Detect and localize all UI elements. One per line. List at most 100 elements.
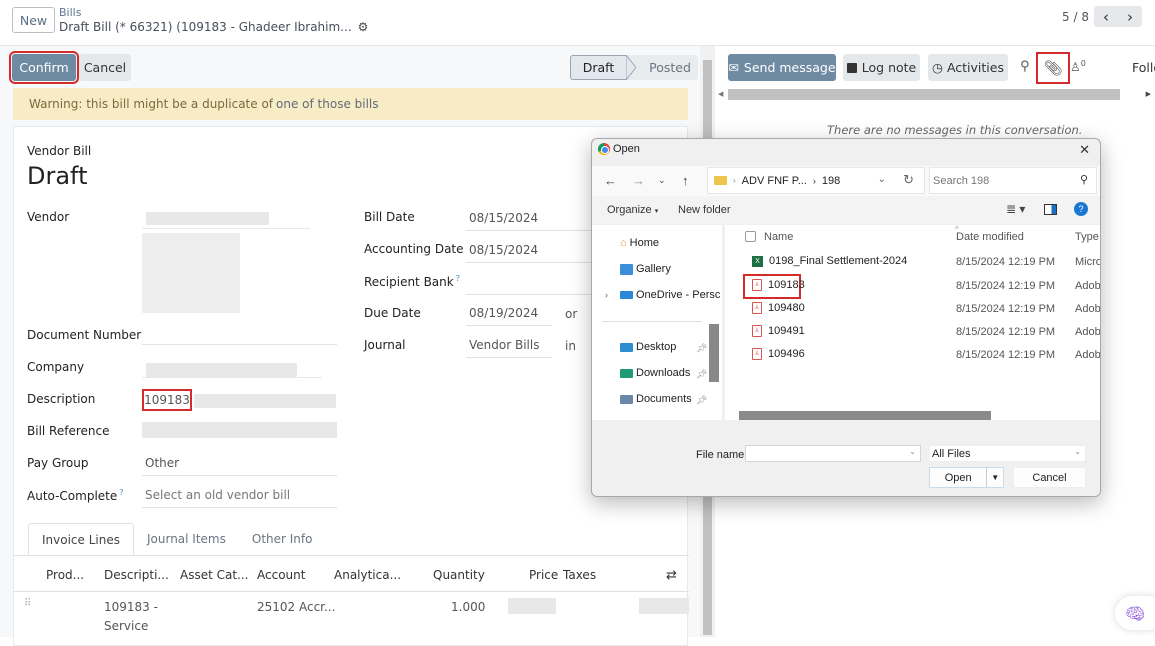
auto-complete-field[interactable]: Select an old vendor bill xyxy=(142,488,337,508)
col-account[interactable]: Account xyxy=(257,568,305,582)
log-note-label: Log note xyxy=(861,60,917,75)
preview-pane-icon[interactable] xyxy=(1044,204,1057,215)
recipient-bank-field[interactable] xyxy=(466,275,596,295)
gear-icon[interactable]: ⚙ xyxy=(358,20,369,34)
col-price[interactable]: Price xyxy=(529,568,558,582)
help-icon[interactable]: ? xyxy=(456,274,460,283)
tab-other-info[interactable]: Other Info xyxy=(239,523,326,555)
file-name-input[interactable]: ⌄ xyxy=(745,445,921,462)
file-list-hscrollbar[interactable] xyxy=(739,411,991,420)
recent-locations-icon[interactable]: ⌄ xyxy=(658,175,666,186)
select-all-checkbox[interactable] xyxy=(745,231,756,242)
send-message-button[interactable]: ✉ Send message xyxy=(728,54,836,81)
due-date-field[interactable]: 08/19/2024 xyxy=(466,306,552,326)
file-date: 8/15/2024 12:19 PM xyxy=(956,326,1056,338)
chevron-right-icon[interactable]: › xyxy=(1118,6,1142,27)
col-name[interactable]: Name xyxy=(764,231,793,243)
path-segment[interactable]: 198 xyxy=(822,175,840,187)
tab-journal-items[interactable]: Journal Items xyxy=(134,523,239,555)
file-list: Name ^ Date modified Type X 0198_Final Se… xyxy=(725,225,1100,420)
breadcrumb-parent[interactable]: Bills xyxy=(59,6,81,19)
paperclip-icon: 📎︎ xyxy=(1043,59,1063,77)
header-divider xyxy=(14,591,689,592)
vendor-field[interactable] xyxy=(142,209,310,229)
col-date-modified[interactable]: Date modified xyxy=(956,231,1024,243)
col-product[interactable]: Prod... xyxy=(46,568,84,582)
accounting-date-field[interactable]: 08/15/2024 xyxy=(466,243,596,263)
nav-item-home[interactable]: ⌂ Home xyxy=(620,237,659,249)
company-field[interactable] xyxy=(142,358,322,378)
nav-item-gallery[interactable]: Gallery xyxy=(620,263,671,275)
new-button[interactable]: New xyxy=(12,7,55,33)
file-name-text: 109183 xyxy=(768,279,805,291)
description-field[interactable]: 109183 xyxy=(142,389,192,411)
col-type[interactable]: Type xyxy=(1075,231,1099,243)
file-open-dialog: Open ✕ ← → ⌄ ↑ › ADV FNF P... › 198 ⌄ ↻ … xyxy=(591,138,1101,497)
nav-item-onedrive[interactable]: OneDrive - Persc xyxy=(620,289,720,301)
ai-assistant-button[interactable]: 🧠︎ xyxy=(1115,596,1155,630)
duplicate-bills-link[interactable]: one of those bills xyxy=(276,97,379,111)
file-name-text: 109496 xyxy=(768,348,805,360)
address-dropdown-icon[interactable]: ⌄ xyxy=(878,174,886,185)
activities-button[interactable]: ◷ Activities xyxy=(928,54,1008,81)
bill-date-label: Bill Date xyxy=(364,210,415,224)
optional-columns-icon[interactable]: ⇄ xyxy=(666,568,677,583)
log-note-button[interactable]: Log note xyxy=(843,54,920,81)
scroll-right-icon[interactable]: ▶ xyxy=(1146,90,1151,98)
status-draft[interactable]: Draft xyxy=(570,55,626,80)
journal-field[interactable]: Vendor Bills xyxy=(466,338,552,358)
nav-pane-scrollbar[interactable] xyxy=(709,324,719,382)
col-taxes[interactable]: Taxes xyxy=(563,568,596,582)
confirm-button[interactable]: Confirm xyxy=(9,51,79,84)
up-arrow-icon[interactable]: ↑ xyxy=(682,173,689,188)
file-type-filter[interactable]: All Files ⌄ xyxy=(929,445,1086,462)
back-arrow-icon[interactable]: ← xyxy=(604,173,617,188)
document-number-field[interactable] xyxy=(142,325,337,345)
view-options-icon[interactable]: ≣ ▾ xyxy=(1006,202,1025,216)
open-button[interactable]: Open ▼ xyxy=(929,467,1004,488)
bill-date-field[interactable]: 08/15/2024 xyxy=(466,211,596,231)
follow-button[interactable]: Follo xyxy=(1132,60,1155,75)
bill-reference-field[interactable] xyxy=(142,422,337,438)
pay-group-field[interactable]: Other xyxy=(142,456,337,476)
help-icon[interactable]: ? xyxy=(119,488,123,497)
chatter-hscrollbar[interactable]: ◀ ▶ xyxy=(715,88,1155,101)
followers-count: 0 xyxy=(1080,59,1086,68)
followers-button[interactable]: ♙0 xyxy=(1070,59,1086,74)
desktop-icon xyxy=(620,342,633,352)
path-segment[interactable]: ADV FNF P... xyxy=(742,175,807,187)
navigation-bar: ← → ⌄ ↑ › ADV FNF P... › 198 ⌄ ↻ Search … xyxy=(592,166,1100,196)
nav-label: Documents xyxy=(636,393,692,405)
attachment-button[interactable]: 📎︎ xyxy=(1036,52,1070,84)
scroll-left-icon[interactable]: ◀ xyxy=(718,90,723,98)
nav-item-documents[interactable]: Documents xyxy=(620,393,692,405)
col-analytic[interactable]: Analytica... xyxy=(334,568,401,582)
new-folder-button[interactable]: New folder xyxy=(678,204,731,216)
scrollbar-thumb[interactable] xyxy=(728,89,1120,100)
col-description[interactable]: Descripti... xyxy=(104,568,169,582)
documents-icon xyxy=(620,394,633,404)
nav-item-desktop[interactable]: Desktop xyxy=(620,341,676,353)
refresh-icon[interactable]: ↻ xyxy=(903,172,914,188)
col-quantity[interactable]: Quantity xyxy=(433,568,485,582)
cancel-button[interactable]: Cancel xyxy=(79,54,131,81)
help-icon[interactable]: ? xyxy=(1074,202,1088,216)
open-dropdown-icon[interactable]: ▼ xyxy=(986,468,1003,487)
dialog-cancel-button[interactable]: Cancel xyxy=(1013,467,1086,488)
tab-invoice-lines[interactable]: Invoice Lines xyxy=(28,523,134,555)
chevron-down-icon[interactable]: ⌄ xyxy=(909,447,916,456)
drag-handle-icon[interactable]: ⠿ xyxy=(24,598,31,609)
expand-chevron-icon[interactable]: › xyxy=(605,290,608,300)
nav-item-downloads[interactable]: Downloads xyxy=(620,367,690,379)
status-posted[interactable]: Posted xyxy=(636,55,698,80)
col-asset-category[interactable]: Asset Cat... xyxy=(180,568,249,582)
forward-arrow-icon[interactable]: → xyxy=(632,173,645,188)
organize-menu[interactable]: Organize ▾ xyxy=(607,204,658,216)
search-icon[interactable]: ⚲ xyxy=(1020,59,1030,74)
duplicate-warning: Warning: this bill might be a duplicate … xyxy=(13,88,688,120)
chevron-left-icon[interactable]: ‹ xyxy=(1094,6,1118,27)
dialog-search-input[interactable]: Search 198 ⚲ xyxy=(929,167,1097,194)
close-icon[interactable]: ✕ xyxy=(1079,142,1090,158)
address-bar[interactable]: › ADV FNF P... › 198 ⌄ ↻ xyxy=(707,167,925,194)
brain-icon: 🧠︎ xyxy=(1125,603,1146,623)
